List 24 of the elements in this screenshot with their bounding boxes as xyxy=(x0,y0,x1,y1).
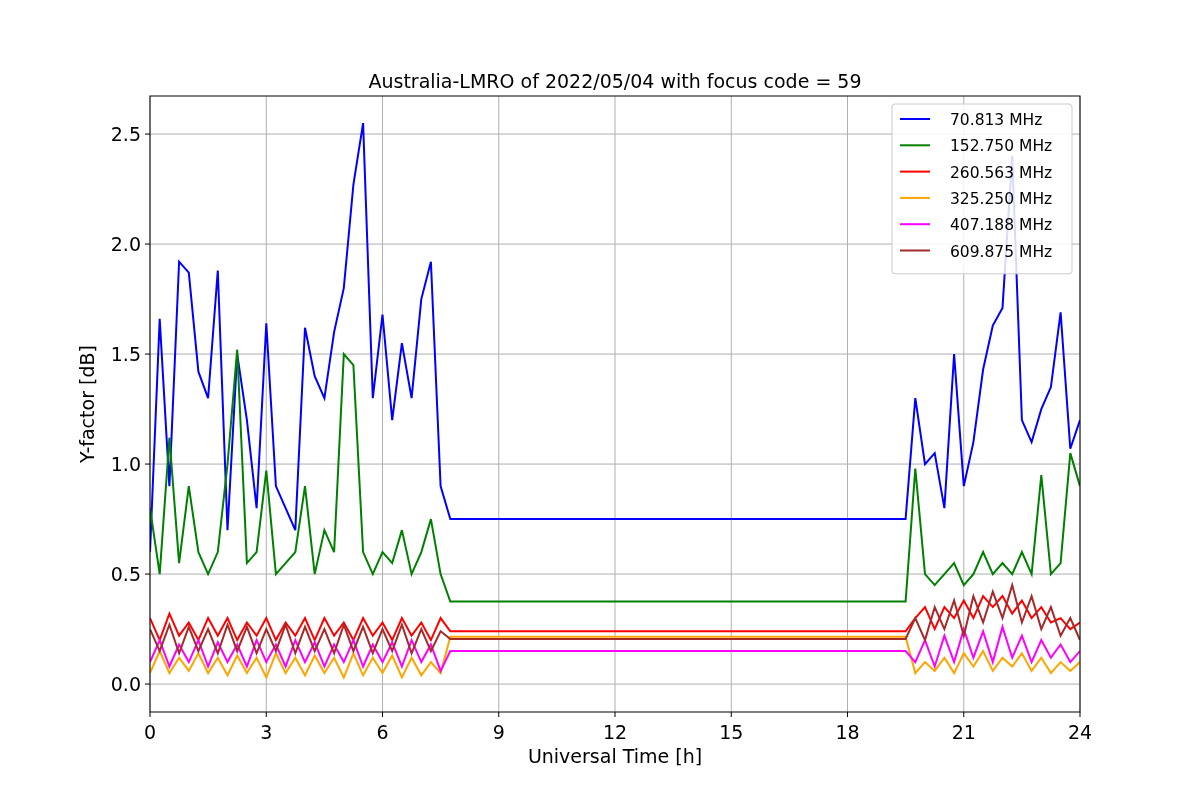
tick-label: 24 xyxy=(1067,721,1093,743)
legend-label: 325.250 MHz xyxy=(950,189,1053,208)
axis-label: Universal Time [h] xyxy=(527,745,703,767)
legend-label: 152.750 MHz xyxy=(950,137,1053,156)
tick-label: 2.5 xyxy=(110,123,141,146)
axis-label: Y-factor [dB] xyxy=(76,345,98,463)
tick-label: 0.0 xyxy=(110,673,141,696)
tick-label: 2.0 xyxy=(110,233,141,256)
tick-label: 1.5 xyxy=(110,343,141,366)
tick-label: 3 xyxy=(260,721,273,743)
legend-label: 260.563 MHz xyxy=(950,163,1053,182)
tick-label: 21 xyxy=(951,721,976,743)
legend-label: 407.188 MHz xyxy=(950,216,1053,235)
tick-label: 0 xyxy=(143,721,157,743)
tick-label: 18 xyxy=(835,721,860,743)
tick-label: 6 xyxy=(376,721,389,743)
tick-label: 15 xyxy=(719,721,744,743)
tick-label: 0.5 xyxy=(110,563,141,586)
chart-title: Australia-LMRO of 2022/05/04 with focus code = 59 xyxy=(368,70,862,92)
legend-label: 70.813 MHz xyxy=(950,111,1043,129)
tick-label: 12 xyxy=(602,721,628,743)
legend-label: 609.875 MHz xyxy=(950,242,1053,261)
tick-label: 1.0 xyxy=(110,453,141,476)
tick-label: 9 xyxy=(492,721,505,743)
